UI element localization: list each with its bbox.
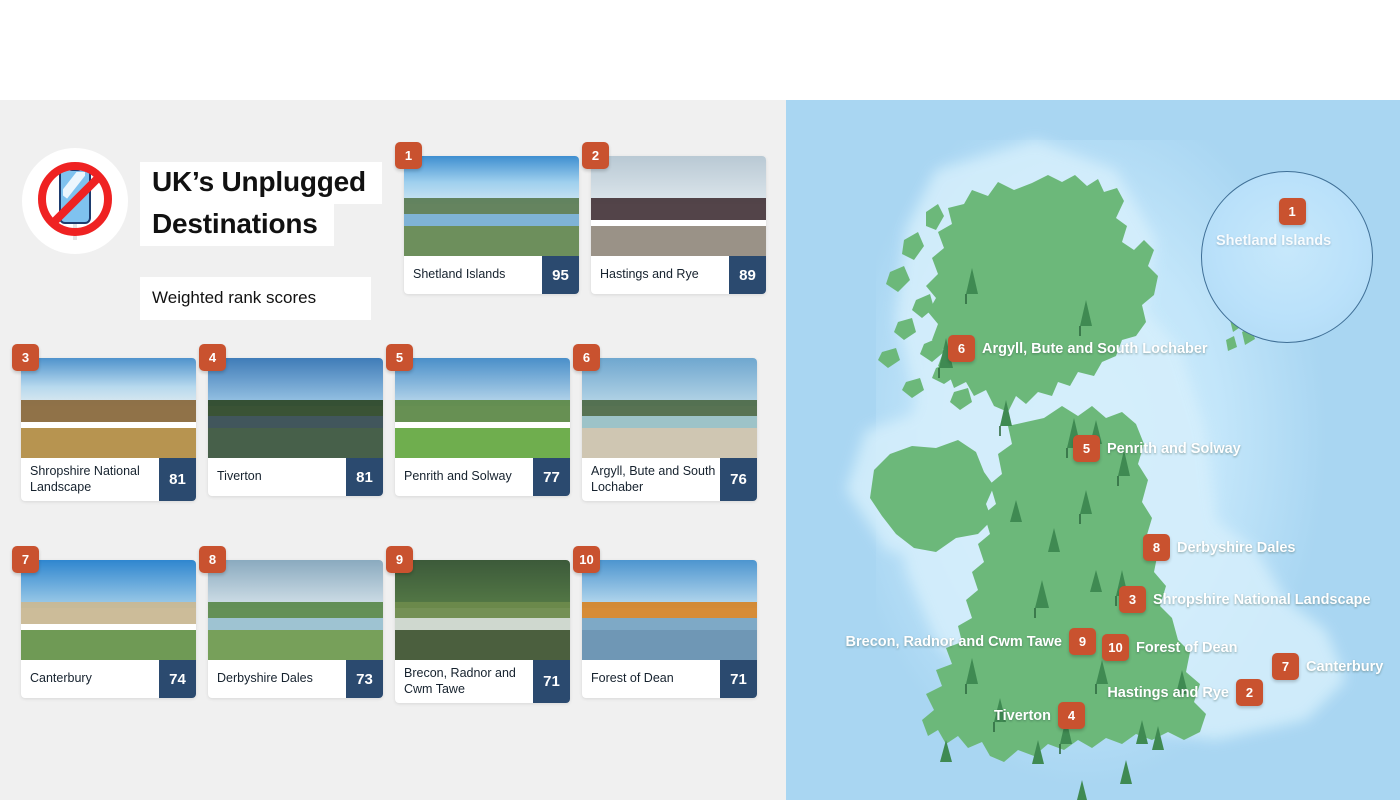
destination-name: Shetland Islands [413,267,506,282]
destination-name: Brecon, Radnor and Cwm Tawe [404,666,516,696]
destination-card[interactable]: 10 Forest of Dean 71 [573,546,757,698]
map-pin-number: 7 [1272,653,1299,680]
cathedral-photo [21,560,196,660]
shetland-inset-circle [1201,171,1373,343]
destination-name: Shropshire National Landscape [30,464,140,494]
destination-name: Hastings and Rye [600,267,699,282]
title-line-1: UK’s Unplugged [140,162,382,205]
map-pin-label[interactable]: 9 Brecon, Radnor and Cwm Tawe [846,628,1096,655]
map-pin-text: Shetland Islands [1216,233,1332,249]
score-chip: 73 [346,660,383,698]
map-pin-text: Brecon, Radnor and Cwm Tawe [845,633,1062,650]
coastal-bay-photo [404,156,579,256]
map-pin-number: 10 [1102,634,1129,661]
green-valley-photo [395,358,570,458]
rank-badge: 2 [582,142,609,169]
map-pin-text: Derbyshire Dales [1177,539,1296,556]
map-pin-number: 2 [1236,679,1263,706]
map-pin-text: Hastings and Rye [1107,684,1229,701]
destination-card[interactable]: 9 Brecon, Radnor and Cwm Tawe 71 [386,546,570,704]
map-pin-text: Tiverton [994,707,1051,724]
destination-card[interactable]: 7 Canterbury 74 [12,546,196,698]
map-pin-label[interactable]: 3 Shropshire National Landscape [1119,586,1371,613]
rank-badge: 5 [386,344,413,371]
subtitle-chip: Weighted rank scores [140,277,371,320]
title-line-2: Destinations [140,204,334,247]
score-chip: 81 [346,458,383,496]
map-pin-label[interactable]: 4 Tiverton [994,702,1085,729]
rank-badge: 1 [395,142,422,169]
map-pin-label[interactable]: 6 Argyll, Bute and South Lochaber [948,335,1208,362]
destination-name: Derbyshire Dales [217,671,313,686]
map-pin-label[interactable]: 2 Hastings and Rye [1107,679,1263,706]
map-pin-text: Forest of Dean [1136,639,1238,656]
churchyard-cross-photo [591,156,766,256]
hikers-on-hill-photo [21,358,196,458]
destination-card[interactable]: 2 Hastings and Rye 89 [582,142,766,294]
rank-badge: 9 [386,546,413,573]
rank-badge: 4 [199,344,226,371]
destination-card[interactable]: 4 Tiverton 81 [199,344,383,496]
no-phone-icon [32,158,118,244]
rank-badge: 7 [12,546,39,573]
destination-name: Canterbury [30,671,92,686]
score-chip: 77 [533,458,570,496]
map-pin-number: 3 [1119,586,1146,613]
moorland-reservoir-photo [208,560,383,660]
score-chip: 76 [720,458,757,502]
destination-name: Penrith and Solway [404,469,512,484]
destination-card[interactable]: 3 Shropshire National Landscape 81 [12,344,196,502]
map-pin-number: 5 [1073,435,1100,462]
river-and-willow-photo [208,358,383,458]
map-pin-text: Shropshire National Landscape [1153,591,1371,608]
score-chip: 89 [729,256,766,294]
score-chip: 74 [159,660,196,698]
map-pin-label[interactable]: 10 Forest of Dean [1102,634,1238,661]
score-chip: 71 [533,660,570,704]
rank-badge: 10 [573,546,600,573]
map-pin-number: 1 [1278,198,1306,225]
map-pin-label[interactable]: 5 Penrith and Solway [1073,435,1241,462]
waterfall-photo [395,560,570,660]
destination-name: Argyll, Bute and South Lochaber [591,464,716,494]
map-pin-number: 6 [948,335,975,362]
map-pin-number: 4 [1058,702,1085,729]
rank-badge: 6 [573,344,600,371]
map-pin-number: 9 [1069,628,1096,655]
white-sand-beach-photo [582,358,757,458]
shetland-inset-label[interactable]: 1 Shetland Islands [1216,198,1331,249]
destination-card[interactable]: 5 Penrith and Solway 77 [386,344,570,496]
score-chip: 95 [542,256,579,294]
infographic-root: UK’s Unplugged Destinations Weighted ran… [0,0,1400,800]
rank-badge: 8 [199,546,226,573]
brand-logo-badge [22,148,128,254]
map-pin-label[interactable]: 7 Canterbury [1272,653,1383,680]
left-panel: UK’s Unplugged Destinations Weighted ran… [0,100,786,800]
destination-card[interactable]: 6 Argyll, Bute and South Lochaber 76 [573,344,757,502]
destination-card[interactable]: 1 Shetland Islands 95 [395,142,579,294]
destination-card[interactable]: 8 Derbyshire Dales 73 [199,546,383,698]
map-pin-number: 8 [1143,534,1170,561]
score-chip: 81 [159,458,196,502]
score-chip: 71 [720,660,757,698]
rank-badge: 3 [12,344,39,371]
autumn-lake-photo [582,560,757,660]
map-pin-label[interactable]: 8 Derbyshire Dales [1143,534,1295,561]
destination-name: Tiverton [217,469,262,484]
page-title: UK’s Unplugged Destinations [140,162,382,247]
map-pin-text: Penrith and Solway [1107,440,1241,457]
destination-name: Forest of Dean [591,671,674,686]
map-pin-text: Canterbury [1306,658,1384,675]
map-pin-text: Argyll, Bute and South Lochaber [982,340,1208,357]
